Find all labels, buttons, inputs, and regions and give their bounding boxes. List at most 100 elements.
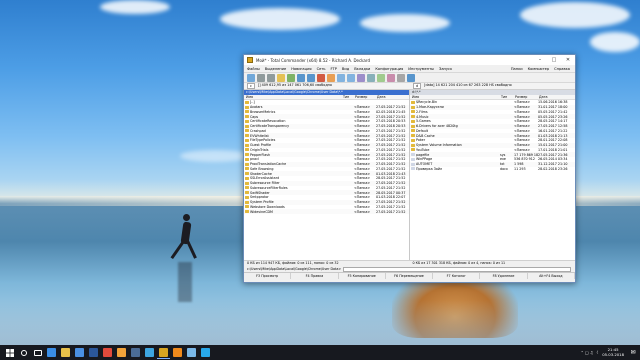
menu-item-folders[interactable]: Папки xyxy=(511,67,523,71)
menu-item-view[interactable]: Вид xyxy=(342,67,349,71)
refresh-icon[interactable] xyxy=(247,73,255,82)
photo-icon[interactable] xyxy=(185,346,198,359)
tree-icon[interactable] xyxy=(277,73,285,82)
total-commander-icon[interactable] xyxy=(157,346,170,359)
file-row[interactable]: Avatars <Папка> 27.05.2017 21:52 xyxy=(244,104,409,110)
ftp-icon[interactable] xyxy=(337,73,345,82)
view-full-icon[interactable] xyxy=(267,73,275,82)
menu-item-computer[interactable]: Компьютер xyxy=(528,67,550,71)
left-file-panel[interactable]: c:\Users\Mike\AppData\Local\Google\Chrom… xyxy=(244,90,410,260)
multi-rename-icon[interactable] xyxy=(367,73,375,82)
menu-item-ftp[interactable]: FTP xyxy=(331,67,337,71)
file-row[interactable]: Проверка Зайл docx 11 293 28.02.2018 23:26 xyxy=(410,167,575,172)
sync-icon[interactable] xyxy=(377,73,385,82)
title-bar[interactable]: Мой* - Total Commander (x64) 8.52 - Rich… xyxy=(244,55,575,65)
skype-icon[interactable] xyxy=(199,346,212,359)
file-row[interactable]: AUTOMET txt 1 598 31.12.2017 21:10 xyxy=(410,161,575,167)
column-name[interactable]: Имя xyxy=(410,95,499,99)
file-row[interactable]: 4.Music <Папка> 05.05.2017 23:26 xyxy=(410,114,575,119)
clock[interactable]: 21:45 05.03.2018 xyxy=(602,347,624,357)
file-row[interactable]: 2.Films <Папка> 05.05.2017 21:42 xyxy=(410,110,575,115)
file-row[interactable]: ShaderCache <Папка> 01.03.2018 21:43 xyxy=(244,171,409,176)
f7-mkdir-button[interactable]: F7 Каталог xyxy=(433,273,481,279)
file-row[interactable]: WinPPage exe 536 870 912 26.05.2014 03:34 xyxy=(410,157,575,162)
f6-move-button[interactable]: F6 Перемещение xyxy=(386,273,434,279)
file-row[interactable]: SubresourceFilterRules <Папка> 27.05.2017 … xyxy=(244,186,409,191)
file-row[interactable]: Default <Папка> 16.01.2017 21:22 xyxy=(410,129,575,134)
file-row[interactable]: System Volume Information <Папка> 15.01.20… xyxy=(410,142,575,148)
f4-edit-button[interactable]: F4 Правка xyxy=(291,273,339,279)
notepad-icon[interactable] xyxy=(387,73,395,82)
windows-start-icon[interactable] xyxy=(3,346,16,359)
chrome-icon[interactable] xyxy=(101,346,114,359)
file-row[interactable]: Subresource Filter <Папка> 27.05.2017 21:5… xyxy=(244,180,409,186)
notifications-icon[interactable]: ✉ xyxy=(628,349,638,356)
back-icon[interactable] xyxy=(297,73,305,82)
right-file-panel[interactable]: d:\*.* Имя Тип Размер Дата $Recycle.Bin <… xyxy=(410,90,575,260)
column-size[interactable]: Размер xyxy=(353,95,375,99)
menu-item-tools[interactable]: Инструменты xyxy=(408,67,434,71)
file-row[interactable]: pagefile sys 17 179 869 184 27.05.2017 21:3… xyxy=(410,152,575,157)
file-row[interactable]: System Profile <Папка> 27.05.2017 21:52 xyxy=(244,199,409,205)
sort-icon[interactable] xyxy=(287,73,295,82)
search-icon[interactable] xyxy=(17,346,30,359)
f5-copy-button[interactable]: F5 Копирование xyxy=(339,273,386,279)
alt-f4-exit-button[interactable]: Alt+F4 Выход xyxy=(528,273,575,279)
f8-delete-button[interactable]: F8 Удаление xyxy=(480,273,528,279)
file-row[interactable]: Safe Browsing <Папка> 27.05.2017 21:52 xyxy=(244,167,409,172)
file-row[interactable]: ProxiTranslationCache <Папка> 27.05.2017 2… xyxy=(244,161,409,167)
file-row[interactable]: YouTube <Папка> 17.01.2018 21:01 xyxy=(410,148,575,153)
close-button[interactable]: ✕ xyxy=(561,55,575,65)
file-row[interactable]: 6.Drivers for acer 4820tg <Папка> 27.05.20… xyxy=(410,123,575,129)
steam-icon[interactable] xyxy=(129,346,142,359)
telegram-icon[interactable] xyxy=(143,346,156,359)
menu-item-selection[interactable]: Выделение xyxy=(265,67,286,71)
file-row[interactable]: Crashpad <Папка> 27.05.2017 21:52 xyxy=(244,129,409,134)
file-row[interactable]: SwiftShader <Папка> 28.05.2017 00:37 xyxy=(244,190,409,195)
edge-icon[interactable] xyxy=(45,346,58,359)
tray-icons[interactable]: ⌃ □ ♫ 〈 xyxy=(581,350,599,356)
pack-icon[interactable] xyxy=(327,73,335,82)
file-row[interactable]: EVWhitelist <Папка> 27.05.2017 21:52 xyxy=(244,133,409,138)
menu-item-navigation[interactable]: Навигация xyxy=(291,67,311,71)
explorer-icon[interactable] xyxy=(59,346,72,359)
file-row[interactable]: pnacl <Папка> 27.05.2017 21:52 xyxy=(244,157,409,162)
file-row[interactable]: Webstore Downloads <Папка> 27.05.2017 21:5… xyxy=(244,205,409,210)
store-icon[interactable] xyxy=(73,346,86,359)
file-row[interactable]: BrowserMetrics <Папка> 02.05.2018 21:45 xyxy=(244,110,409,115)
ftp-new-icon[interactable] xyxy=(347,73,355,82)
file-row[interactable]: WidevineCDM <Папка> 27.05.2017 21:52 xyxy=(244,209,409,214)
player-icon[interactable] xyxy=(115,346,128,359)
command-line-input[interactable] xyxy=(343,266,571,272)
total-commander-icon[interactable] xyxy=(247,57,253,63)
maximize-button[interactable]: □ xyxy=(547,55,561,65)
column-date[interactable]: Дата xyxy=(537,95,548,99)
file-row[interactable]: $Recycle.Bin <Папка> 15.06.2016 16:38 xyxy=(410,100,575,105)
file-row[interactable]: Guest Profile <Папка> 27.05.2017 21:52 xyxy=(244,142,409,148)
word-icon[interactable] xyxy=(87,346,100,359)
column-size[interactable]: Размер xyxy=(513,95,537,99)
minimize-button[interactable]: – xyxy=(533,55,547,65)
file-row[interactable]: Smtpprotor <Папка> 01.03.2018 22:07 xyxy=(244,195,409,200)
view-brief-icon[interactable] xyxy=(257,73,265,82)
menu-item-configuration[interactable]: Конфигурация xyxy=(375,67,403,71)
file-row[interactable]: 5.Games <Папка> 28.05.2017 14:17 xyxy=(410,119,575,124)
help-icon[interactable] xyxy=(407,73,415,82)
file-row[interactable]: 1.Moe-Карусели <Папка> 31.01.2017 18:00 xyxy=(410,104,575,110)
file-row[interactable]: PepperFlash <Папка> 27.05.2017 21:52 xyxy=(244,152,409,157)
menu-item-help[interactable]: Справка xyxy=(554,67,570,71)
forward-icon[interactable] xyxy=(307,73,315,82)
f3-view-button[interactable]: F3 Просмотр xyxy=(244,273,292,279)
column-type[interactable]: Тип xyxy=(499,95,513,99)
settings-icon[interactable] xyxy=(397,73,405,82)
file-row[interactable]: SSLErrorAssistant <Папка> 28.05.2017 21:52 xyxy=(244,176,409,181)
menu-item-tabs[interactable]: Вкладки xyxy=(354,67,370,71)
file-row[interactable]: CertificateRevocation <Папка> 27.05.2018 2… xyxy=(244,119,409,124)
file-row[interactable]: D&B Cache <Папка> 01.03.2018 21:13 xyxy=(410,133,575,138)
file-row[interactable]: OriginTrials <Папка> 27.05.2017 21:52 xyxy=(244,148,409,153)
menu-item-launch[interactable]: Запуск xyxy=(439,67,452,71)
right-drive-select[interactable]: d xyxy=(413,83,422,89)
column-date[interactable]: Дата xyxy=(375,95,386,99)
column-name[interactable]: Имя xyxy=(244,95,341,99)
unpack-icon[interactable] xyxy=(317,73,325,82)
